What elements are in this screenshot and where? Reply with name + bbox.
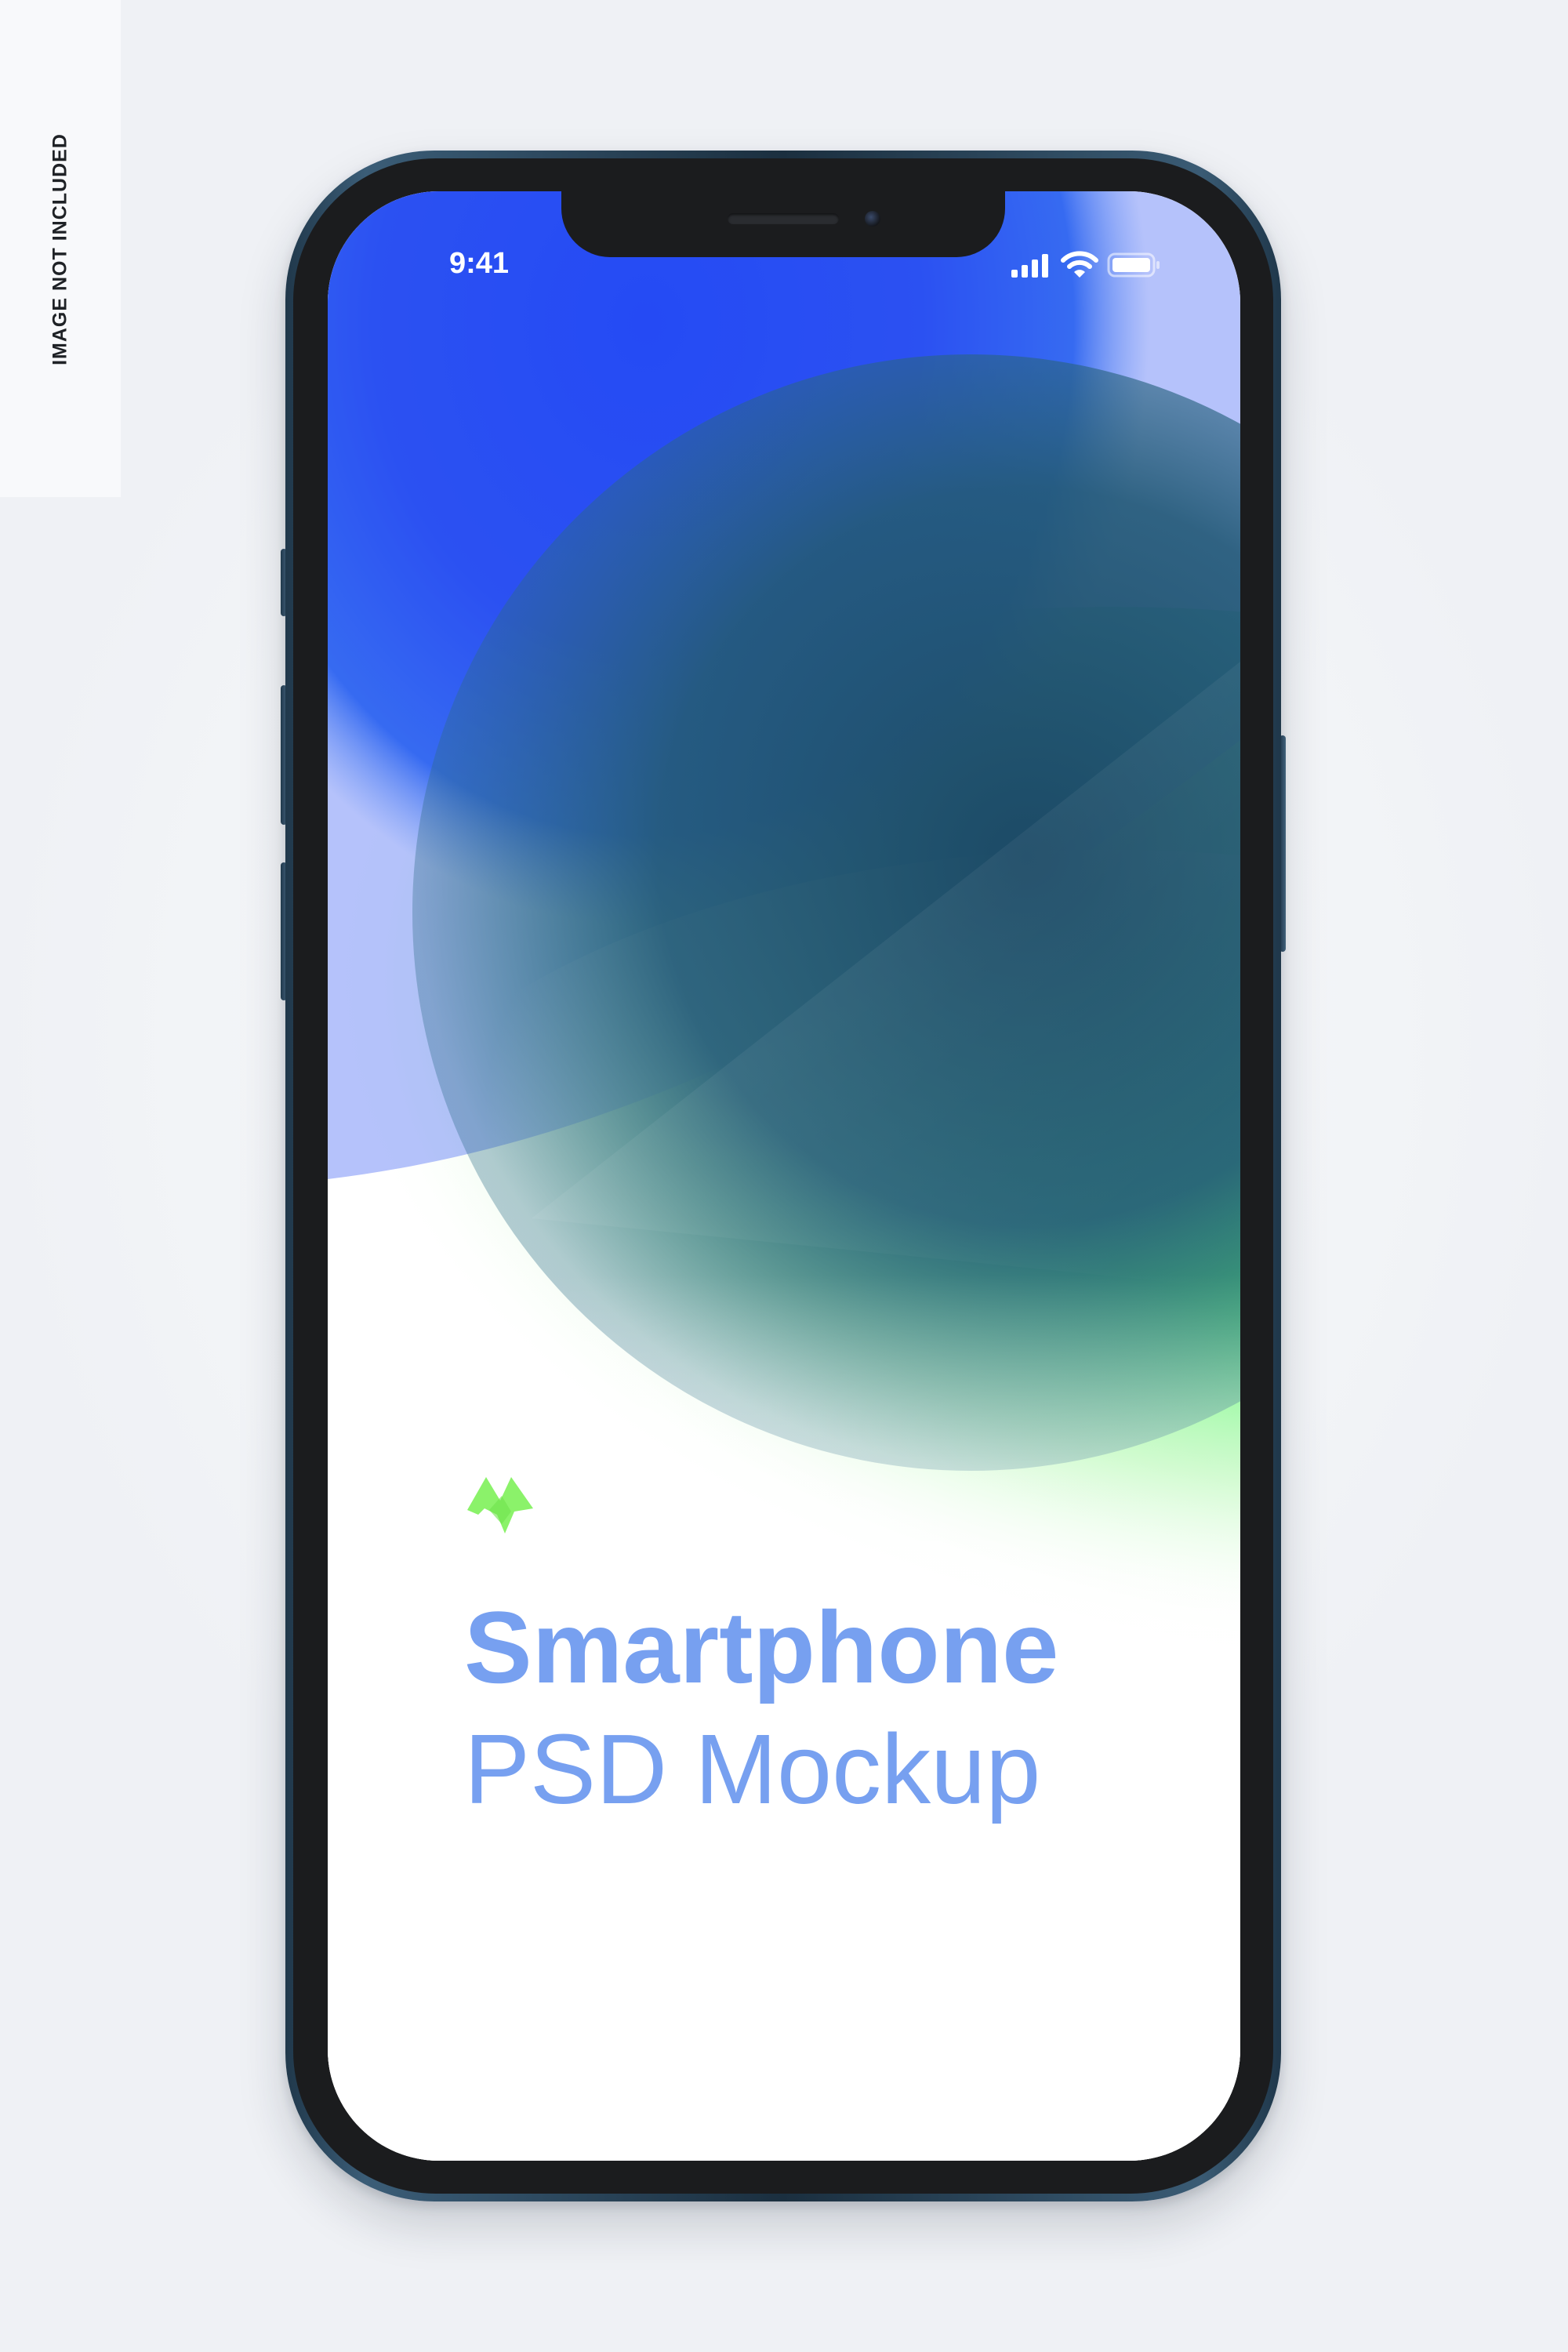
battery-icon: [1107, 252, 1160, 278]
status-bar-time: 9:41: [448, 247, 510, 280]
screen-subtitle: PSD Mockup: [464, 1714, 1041, 1824]
image-not-included-tag: IMAGE NOT INCLUDED: [0, 0, 121, 497]
screen-notch: [561, 191, 1005, 257]
image-not-included-label: IMAGE NOT INCLUDED: [49, 133, 71, 365]
status-bar-icons: [1010, 249, 1163, 281]
brand-logo-icon: [467, 1477, 533, 1534]
screen-title: Smartphone: [464, 1590, 1059, 1704]
earpiece-speaker: [728, 213, 839, 224]
wifi-icon: [1061, 251, 1098, 278]
phone-screen[interactable]: [328, 191, 1240, 2161]
wallpaper: [328, 191, 1240, 2161]
cellular-signal-icon: [1011, 254, 1048, 278]
front-camera-icon: [865, 211, 880, 227]
